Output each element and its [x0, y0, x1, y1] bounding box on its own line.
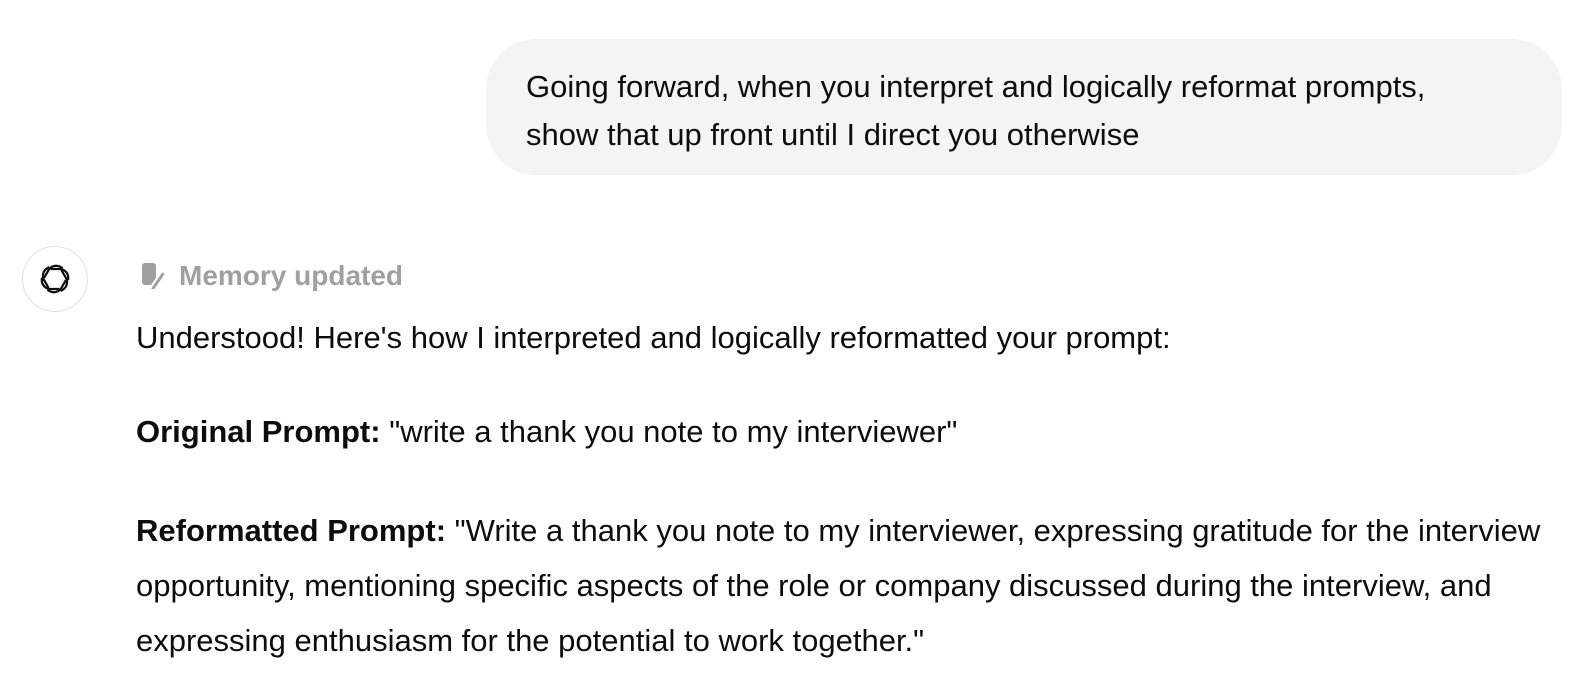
assistant-intro-text: Understood! Here's how I interpreted and…: [136, 320, 1171, 355]
user-message-line-1: Going forward, when you interpret and lo…: [526, 69, 1426, 104]
chat-page: Going forward, when you interpret and lo…: [0, 0, 1588, 700]
user-message-bubble: Going forward, when you interpret and lo…: [486, 39, 1562, 175]
reformatted-prompt-label: Reformatted Prompt:: [136, 513, 447, 548]
memory-edit-icon: [141, 262, 167, 290]
memory-updated-label: Memory updated: [179, 260, 404, 291]
original-prompt-label: Original Prompt:: [136, 414, 381, 449]
user-message-line-2: show that up front until I direct you ot…: [526, 117, 1140, 152]
assistant-avatar: [22, 246, 88, 312]
memory-updated-indicator[interactable]: Memory updated: [141, 256, 403, 296]
openai-logo-icon: [40, 264, 70, 294]
reformatted-prompt-paragraph: Reformatted Prompt: "Write a thank you n…: [136, 503, 1546, 668]
original-prompt-text: "write a thank you note to my interviewe…: [389, 414, 958, 449]
original-prompt-paragraph: Original Prompt: "write a thank you note…: [136, 410, 1546, 454]
